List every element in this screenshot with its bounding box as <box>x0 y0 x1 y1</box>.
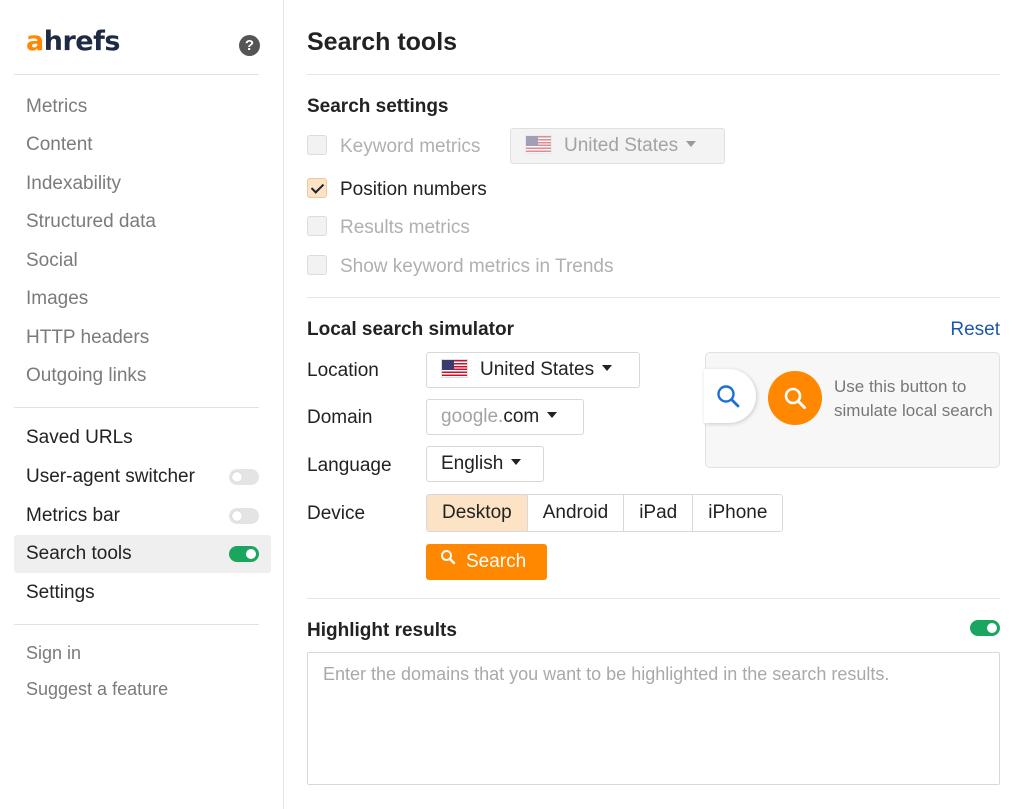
domain-suffix: com <box>503 406 540 427</box>
device-option-ipad[interactable]: iPad <box>624 495 694 531</box>
sidebar-item-label: Metrics <box>26 96 88 117</box>
domain-dropdown[interactable]: google.com <box>426 399 584 435</box>
metrics-bar-toggle[interactable] <box>229 508 259 524</box>
sidebar-item-settings[interactable]: Settings <box>14 574 271 612</box>
sidebar-item-search-tools[interactable]: Search tools <box>14 535 271 573</box>
dropdown-value: United States <box>564 135 679 156</box>
sidebar-item-metrics-bar[interactable]: Metrics bar <box>14 497 271 535</box>
search-button-label: Search <box>466 551 527 573</box>
location-dropdown[interactable]: United States <box>426 352 640 388</box>
results-metrics-option[interactable]: Results metrics <box>307 215 470 241</box>
search-button[interactable]: Search <box>426 544 547 580</box>
ahrefs-logo[interactable]: ahrefs <box>26 26 120 58</box>
sidebar-item-label: User-agent switcher <box>26 466 195 487</box>
highlight-domains-textarea[interactable]: Enter the domains that you want to be hi… <box>307 652 1000 785</box>
trends-keyword-metrics-checkbox[interactable] <box>307 254 327 275</box>
help-icon[interactable]: ? <box>239 35 260 56</box>
toolbar-search-icon <box>704 369 756 423</box>
search-hint-text: Use this button to simulate local search <box>834 377 993 420</box>
position-numbers-option[interactable]: Position numbers <box>307 177 487 203</box>
sidebar-item-label: Structured data <box>26 211 156 232</box>
caret-down-icon <box>511 458 522 465</box>
toggle-knob <box>232 511 242 521</box>
reset-link[interactable]: Reset <box>950 319 1000 341</box>
sidebar-item-label: Indexability <box>26 173 122 194</box>
sidebar-item-outgoing-links[interactable]: Outgoing links <box>14 357 271 395</box>
search-icon <box>440 542 456 578</box>
us-flag-icon <box>441 359 468 379</box>
main-panel: Search tools Search settings Keyword met… <box>285 0 1024 809</box>
suggest-feature-link[interactable]: Suggest a feature <box>14 670 271 708</box>
sign-in-link[interactable]: Sign in <box>14 634 271 672</box>
sidebar-item-label: Sign in <box>26 643 82 663</box>
option-label: Show keyword metrics in Trends <box>340 256 614 277</box>
domain-prefix: google. <box>441 406 504 427</box>
highlight-results-toggle[interactable] <box>970 620 1000 636</box>
highlight-results-title: Highlight results <box>307 620 457 641</box>
sidebar-item-indexability[interactable]: Indexability <box>14 165 271 203</box>
language-dropdown[interactable]: English <box>426 446 544 482</box>
sidebar-item-structured-data[interactable]: Structured data <box>14 203 271 241</box>
results-metrics-checkbox[interactable] <box>307 215 327 236</box>
sidebar-item-label: Outgoing links <box>26 365 147 386</box>
position-numbers-checkbox[interactable] <box>307 177 327 198</box>
search-settings-title: Search settings <box>307 96 449 117</box>
page-title: Search tools <box>307 28 458 56</box>
device-option-iphone[interactable]: iPhone <box>693 495 783 531</box>
section-divider <box>307 74 1000 75</box>
sidebar-item-label: Settings <box>26 582 95 603</box>
sidebar-item-http-headers[interactable]: HTTP headers <box>14 319 271 357</box>
sidebar-item-social[interactable]: Social <box>14 242 271 280</box>
orange-search-icon <box>768 371 822 425</box>
option-label: Position numbers <box>340 179 487 200</box>
sidebar-divider <box>14 74 259 75</box>
caret-down-icon <box>602 364 613 371</box>
local-simulator-title: Local search simulator <box>307 319 514 340</box>
keyword-country-dropdown[interactable]: United States <box>510 128 725 164</box>
toggle-knob <box>232 472 242 482</box>
caret-down-icon <box>547 411 558 418</box>
sidebar-item-images[interactable]: Images <box>14 280 271 318</box>
sidebar-item-label: Content <box>26 134 93 155</box>
device-selector: Desktop Android iPad iPhone <box>426 494 784 532</box>
sidebar-item-label: Metrics bar <box>26 505 120 526</box>
device-option-android[interactable]: Android <box>527 495 625 531</box>
sidebar-item-user-agent-switcher[interactable]: User-agent switcher <box>14 458 271 496</box>
keyword-metrics-option[interactable]: Keyword metrics <box>307 134 480 160</box>
device-label: Device <box>307 503 366 524</box>
user-agent-switcher-toggle[interactable] <box>229 469 259 485</box>
sidebar-item-content[interactable]: Content <box>14 126 271 164</box>
language-label: Language <box>307 455 392 476</box>
option-label: Keyword metrics <box>340 136 481 157</box>
search-hint-card: Use this button to simulate local search <box>704 352 1000 468</box>
sidebar-item-metrics[interactable]: Metrics <box>14 88 271 126</box>
toggle-knob <box>987 623 997 633</box>
sidebar-divider <box>14 407 259 408</box>
sidebar-item-label: Images <box>26 288 89 309</box>
us-flag-icon <box>525 135 552 155</box>
trends-keyword-metrics-option[interactable]: Show keyword metrics in Trends <box>307 254 614 280</box>
sidebar-item-label: Social <box>26 250 78 271</box>
sidebar-item-label: Suggest a feature <box>26 679 169 699</box>
sidebar: ahrefs ? Metrics Content Indexability St… <box>0 0 284 809</box>
search-tools-toggle[interactable] <box>229 546 259 562</box>
location-label: Location <box>307 360 379 381</box>
dropdown-value: English <box>441 453 504 474</box>
option-label: Results metrics <box>340 217 470 238</box>
sidebar-divider <box>14 624 259 625</box>
keyword-metrics-checkbox[interactable] <box>307 134 327 155</box>
caret-down-icon <box>686 140 697 147</box>
domain-label: Domain <box>307 407 373 428</box>
device-option-desktop[interactable]: Desktop <box>427 495 528 531</box>
sidebar-item-label: Search tools <box>26 543 132 564</box>
section-divider <box>307 297 1000 298</box>
sidebar-item-label: HTTP headers <box>26 327 150 348</box>
sidebar-item-label: Saved URLs <box>26 427 133 448</box>
dropdown-value: United States <box>480 359 595 380</box>
section-divider <box>307 598 1000 599</box>
toggle-knob <box>246 549 256 559</box>
sidebar-item-saved-urls[interactable]: Saved URLs <box>14 419 271 457</box>
